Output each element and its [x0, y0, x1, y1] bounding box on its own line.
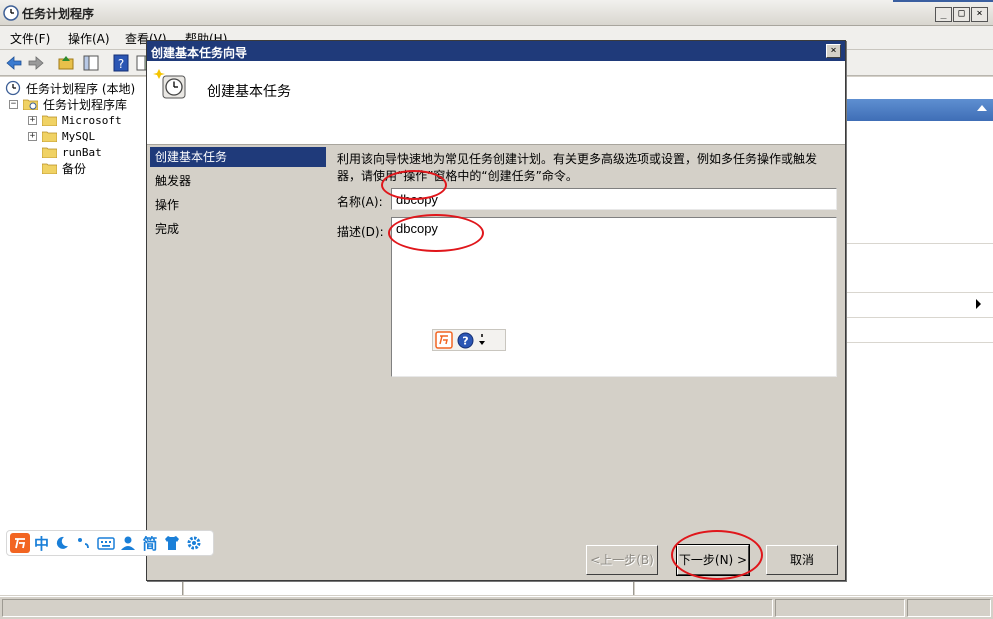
name-input[interactable]	[391, 188, 837, 210]
ime-status-bar: 中 简	[6, 530, 214, 556]
tree-expand-toggle[interactable]: +	[28, 131, 37, 141]
annotation-circle	[381, 170, 447, 200]
menu-action[interactable]: 操作(A)	[68, 30, 110, 47]
folder-icon	[42, 115, 57, 126]
action-divider	[844, 292, 993, 293]
folder-icon	[42, 147, 57, 158]
back-button[interactable]: <上一步(B)	[586, 545, 658, 575]
user-icon[interactable]	[119, 534, 137, 552]
more-options-icon[interactable]	[478, 333, 486, 347]
status-cell	[2, 599, 773, 617]
keyboard-icon[interactable]	[97, 534, 115, 552]
tree-library[interactable]: − 任务计划程序库	[9, 96, 127, 112]
svg-text:?: ?	[118, 57, 124, 71]
ime-mini-toolbar: ?	[432, 329, 506, 351]
nav-item-action[interactable]: 操作	[150, 195, 326, 215]
ime-logo-icon[interactable]	[435, 331, 453, 349]
dialog-header: 创建基本任务	[147, 61, 845, 145]
wizard-nav: 创建基本任务 触发器 操作 完成	[150, 147, 326, 577]
task-wizard-icon	[153, 69, 186, 99]
action-divider	[844, 243, 993, 244]
tree-item-label: Microsoft	[62, 113, 122, 127]
tree-library-label: 任务计划程序库	[43, 97, 128, 112]
folder-clock-icon	[23, 99, 38, 110]
help-icon[interactable]: ?	[457, 332, 474, 349]
description-label: 描述(D):	[337, 225, 384, 239]
dialog-close-button[interactable]: ×	[826, 44, 841, 58]
annotation-circle	[671, 530, 763, 580]
simplified-chinese-icon[interactable]: 简	[141, 534, 159, 552]
menu-file[interactable]: 文件(F)	[10, 30, 50, 47]
clock-icon	[3, 5, 19, 21]
dialog-title: 创建基本任务向导	[151, 46, 248, 60]
status-cell	[775, 599, 905, 617]
tree-expand-toggle[interactable]: +	[28, 115, 37, 125]
show-hide-tree-icon[interactable]	[81, 53, 101, 73]
ime-logo-icon[interactable]	[10, 533, 30, 553]
submenu-arrow-icon[interactable]	[976, 299, 981, 309]
top-accent-line	[893, 0, 993, 2]
folder-icon	[42, 163, 57, 174]
tree-item-label: MySQL	[62, 129, 96, 143]
tree-item-runbat[interactable]: runBat	[42, 144, 102, 160]
status-cell	[907, 599, 991, 617]
statusbar	[0, 596, 993, 619]
svg-text:?: ?	[462, 334, 468, 347]
ime-mode-indicator[interactable]: 中	[34, 533, 49, 554]
maximize-button[interactable]: □	[953, 7, 970, 22]
nav-item-finish[interactable]: 完成	[150, 219, 326, 239]
nav-item-trigger[interactable]: 触发器	[150, 171, 326, 191]
close-button[interactable]: ×	[971, 7, 988, 22]
folder-icon	[42, 131, 57, 142]
annotation-circle	[388, 214, 484, 252]
up-folder-icon[interactable]	[56, 53, 76, 73]
tree-item-backup[interactable]: 备份	[42, 160, 86, 176]
name-label: 名称(A):	[337, 195, 383, 209]
nav-item-create-task[interactable]: 创建基本任务	[150, 147, 326, 167]
wizard-dialog: 创建基本任务向导 × 创建基本任务 创建基本任务 触发器 操作 完成 利用该向导…	[146, 40, 846, 581]
tree-item-label: 备份	[62, 161, 87, 176]
svg-text:简: 简	[143, 535, 158, 552]
tree-root-label: 任务计划程序 (本地)	[26, 81, 136, 96]
punctuation-icon[interactable]	[75, 534, 93, 552]
tree-item-label: runBat	[62, 145, 102, 159]
collapse-chevron-icon[interactable]	[977, 105, 987, 111]
main-titlebar: 任务计划程序 _ □ ×	[0, 0, 993, 26]
action-divider	[844, 342, 993, 343]
forward-arrow-icon[interactable]	[26, 53, 46, 73]
dialog-header-title: 创建基本任务	[207, 84, 291, 100]
description-line: 利用该向导快速地为常见任务创建计划。有关更多高级选项或设置，例如多任务操作或触发	[337, 152, 818, 166]
clock-icon	[5, 80, 21, 96]
help-icon[interactable]: ?	[111, 53, 131, 73]
gear-icon[interactable]	[185, 534, 203, 552]
moon-icon[interactable]	[53, 534, 71, 552]
back-arrow-icon[interactable]	[4, 53, 24, 73]
tree-collapse-toggle[interactable]: −	[9, 99, 18, 109]
minimize-button[interactable]: _	[935, 7, 952, 22]
dialog-titlebar: 创建基本任务向导 ×	[147, 41, 845, 61]
action-pane-header[interactable]	[844, 99, 993, 121]
window-title: 任务计划程序	[22, 7, 95, 21]
cancel-button[interactable]: 取消	[766, 545, 838, 575]
tree-item-mysql[interactable]: + MySQL	[28, 128, 95, 144]
skin-shirt-icon[interactable]	[163, 534, 181, 552]
action-divider	[844, 317, 993, 318]
tree-root[interactable]: 任务计划程序 (本地)	[5, 80, 135, 96]
tree-item-microsoft[interactable]: + Microsoft	[28, 112, 122, 128]
